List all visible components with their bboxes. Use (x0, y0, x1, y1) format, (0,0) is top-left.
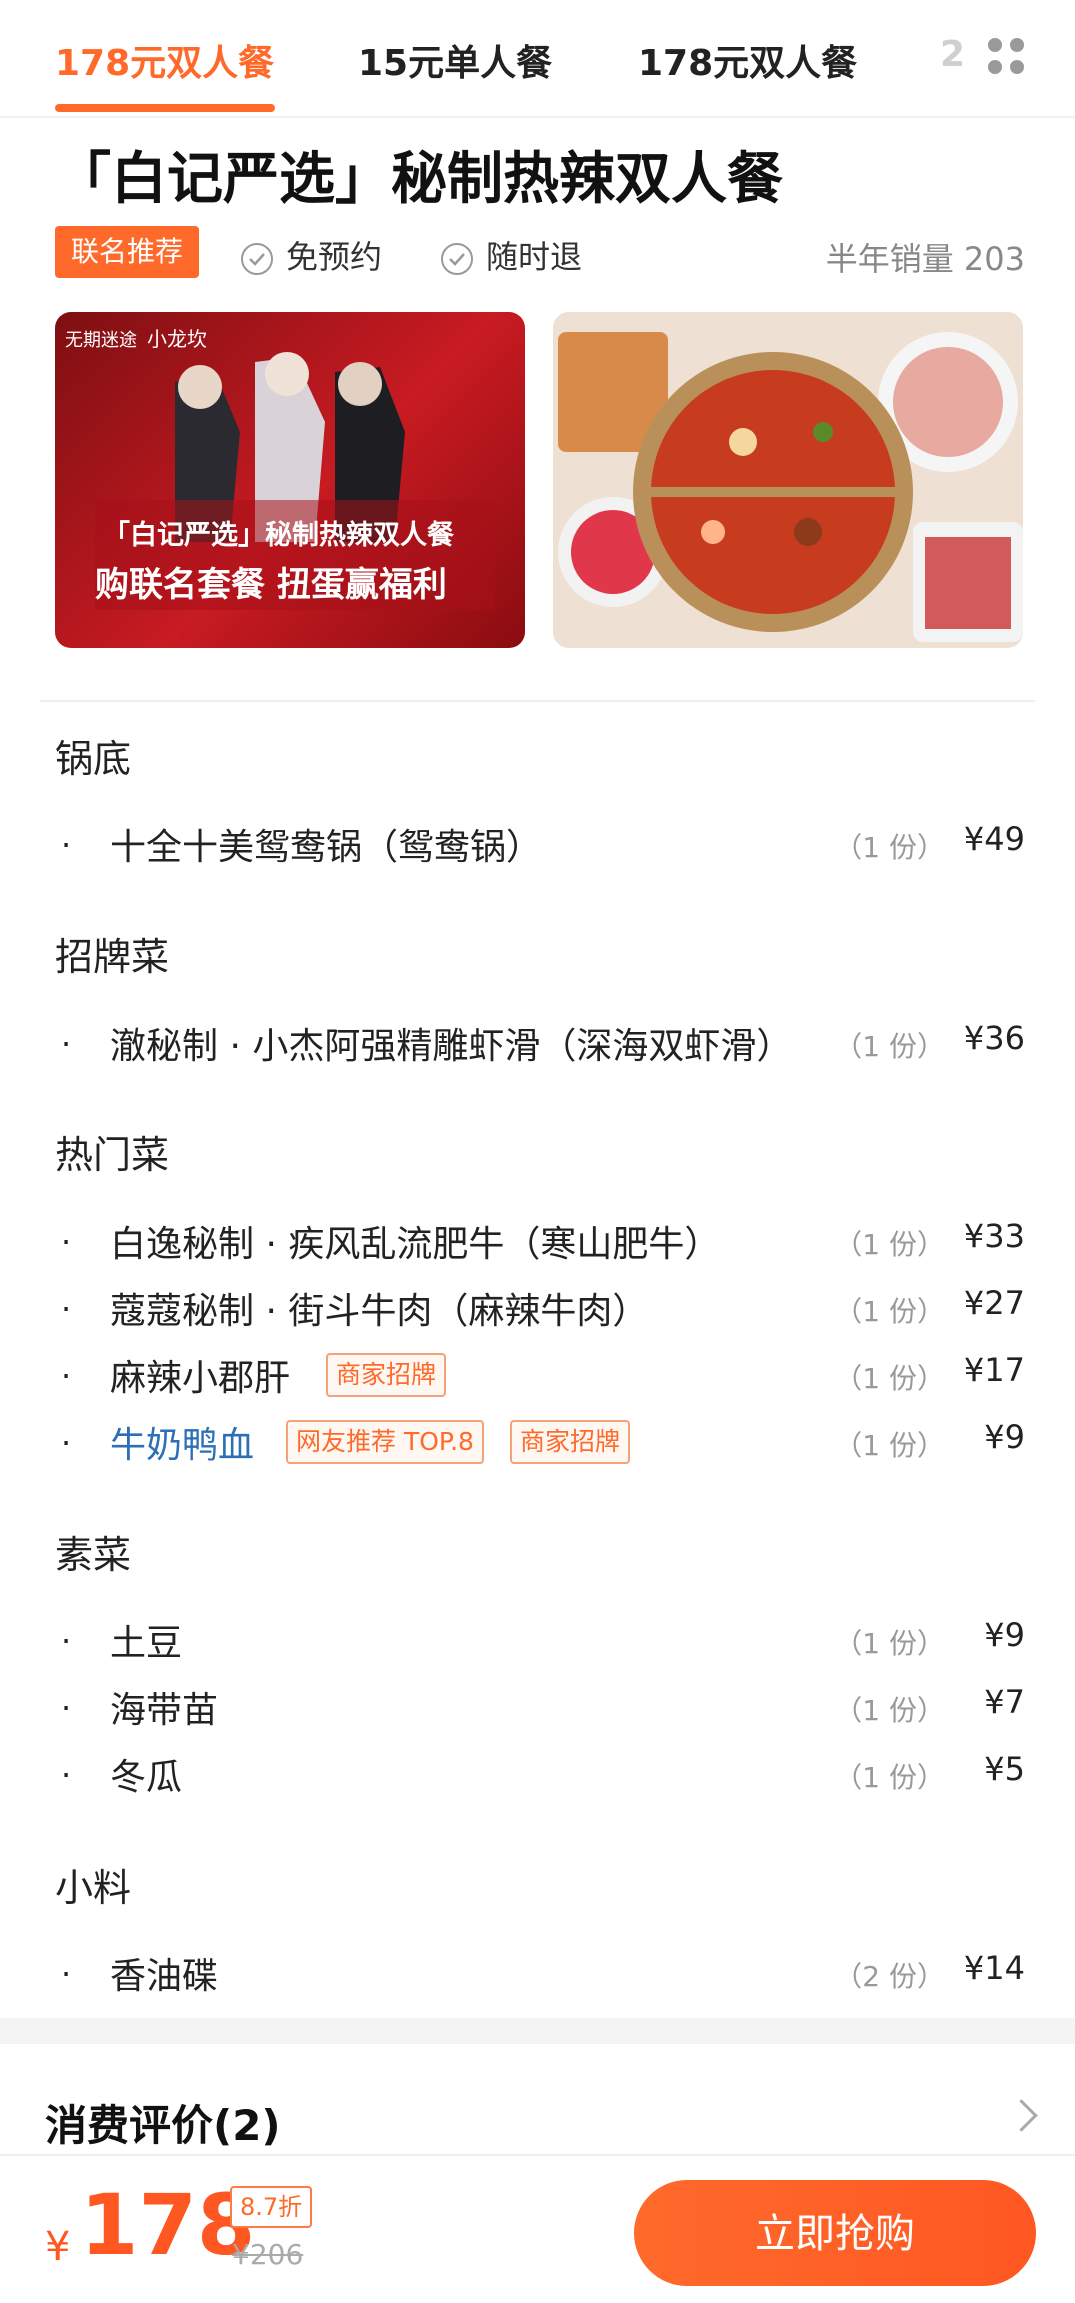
banner-line1: 「白记严选」秘制热辣双人餐 (103, 519, 455, 551)
section-divider (40, 700, 1035, 702)
item-name: 冬瓜 (110, 1757, 183, 1798)
collab-badge: 联名推荐 (55, 226, 200, 278)
bullet: · (61, 1622, 72, 1660)
section-title-pot-base: 锅底 (55, 737, 132, 781)
tab-178-double-1[interactable]: 178元双人餐 (55, 34, 274, 86)
item-price: ¥33 (963, 1217, 1025, 1255)
merchant-signature-tag: 商家招牌 (326, 1353, 447, 1397)
promo-banner-art: 无期迷途 小龙坎 「白记严选」秘制热辣双人餐 购联名套餐 扭蛋赢福利 (65, 327, 495, 610)
check-circle-icon (441, 243, 473, 275)
section-title-condiments: 小料 (55, 1866, 132, 1910)
grid-menu-icon[interactable] (988, 38, 1024, 74)
section-title-vegetables: 素菜 (55, 1533, 132, 1577)
item-qty: （1 份） (834, 1694, 945, 1727)
feature-refund-anytime: 随时退 (440, 232, 582, 278)
list-item[interactable]: · 牛奶鸭血 网友推荐 TOP.8 商家招牌 （1 份） ¥9 (55, 1416, 1025, 1466)
buy-now-button[interactable]: 立即抢购 (634, 2180, 1036, 2286)
bullet: · (61, 1357, 72, 1395)
hotpot-photo[interactable] (553, 312, 1023, 648)
item-price: ¥7 (984, 1683, 1025, 1721)
hotpot-photo-art (553, 312, 1023, 648)
reviews-header[interactable]: 消费评价(2) (45, 2092, 281, 2153)
bullet: · (61, 826, 72, 864)
list-item: · 香油碟 （2 份） ¥14 (55, 1947, 1025, 1997)
purchase-bar: ¥ 178 8.7折 ¥206 立即抢购 (0, 2154, 1075, 2303)
bullet: · (61, 1756, 72, 1794)
feature-no-reservation: 免预约 (240, 232, 382, 278)
sales-count: 半年销量 203 (825, 240, 1025, 278)
item-qty: （1 份） (834, 1761, 945, 1794)
item-price: ¥9 (984, 1418, 1025, 1456)
feature-label: 随时退 (486, 238, 583, 276)
item-price: ¥49 (963, 820, 1025, 858)
item-price: ¥17 (963, 1351, 1025, 1389)
brand-logo: 小龙坎 (147, 327, 207, 351)
item-qty: （1 份） (834, 1228, 945, 1261)
item-name: 麻辣小郡肝 (110, 1358, 291, 1399)
page-title: 「白记严选」秘制热辣双人餐 (55, 147, 783, 212)
game-logo: 无期迷途 (65, 330, 137, 351)
section-title-popular: 热门菜 (55, 1133, 170, 1177)
list-item: · 澈秘制 · 小杰阿强精雕虾滑（深海双虾滑） （1 份） ¥36 (55, 1017, 1025, 1067)
list-item: · 十全十美鸳鸯锅（鸳鸯锅） （1 份） ¥49 (55, 818, 1025, 868)
tab-bar: 178元双人餐 15元单人餐 178元双人餐 2 (0, 0, 1075, 118)
item-name: 白逸秘制 · 疾风乱流肥牛（寒山肥牛） (110, 1224, 721, 1265)
bullet: · (61, 1290, 72, 1328)
active-tab-indicator (55, 104, 275, 112)
item-qty: （1 份） (834, 1362, 945, 1395)
badge-row: 联名推荐 免预约 随时退 半年销量 203 (55, 224, 1025, 280)
bullet: · (61, 1689, 72, 1727)
item-qty: （1 份） (834, 831, 945, 864)
item-name: 蔻蔻秘制 · 街斗牛肉（麻辣牛肉） (110, 1291, 649, 1332)
list-item: · 冬瓜 （1 份） ¥5 (55, 1748, 1025, 1798)
item-price: ¥9 (984, 1616, 1025, 1654)
list-item: · 白逸秘制 · 疾风乱流肥牛（寒山肥牛） （1 份） ¥33 (55, 1215, 1025, 1265)
section-gap (0, 2018, 1075, 2044)
item-name: 海带苗 (110, 1690, 219, 1731)
tab-178-double-2[interactable]: 178元双人餐 (638, 34, 857, 86)
item-price: ¥36 (963, 1019, 1025, 1057)
item-name: 香油碟 (110, 1956, 219, 1997)
item-name: 十全十美鸳鸯锅（鸳鸯锅） (110, 827, 543, 868)
promo-banner-image[interactable]: 无期迷途 小龙坎 「白记严选」秘制热辣双人餐 购联名套餐 扭蛋赢福利 (55, 312, 525, 648)
bullet: · (61, 1424, 72, 1462)
item-qty: （1 份） (834, 1030, 945, 1063)
item-name-link[interactable]: 牛奶鸭血 (110, 1416, 254, 1468)
list-item: · 土豆 （1 份） ¥9 (55, 1614, 1025, 1664)
item-price: ¥27 (963, 1284, 1025, 1322)
currency-symbol: ¥ (45, 2224, 71, 2270)
merchant-signature-tag: 商家招牌 (510, 1420, 631, 1464)
tab-partial[interactable]: 2 (940, 34, 965, 75)
bullet: · (61, 1955, 72, 1993)
banner-line2: 购联名套餐 扭蛋赢福利 (95, 565, 447, 605)
item-price: ¥14 (963, 1949, 1025, 1987)
feature-label: 免预约 (286, 238, 383, 276)
list-item: · 蔻蔻秘制 · 街斗牛肉（麻辣牛肉） （1 份） ¥27 (55, 1282, 1025, 1332)
item-name: 澈秘制 · 小杰阿强精雕虾滑（深海双虾滑） (110, 1026, 793, 1067)
item-name: 土豆 (110, 1623, 183, 1664)
list-item: · 麻辣小郡肝 商家招牌 （1 份） ¥17 (55, 1349, 1025, 1399)
bullet: · (61, 1025, 72, 1063)
item-qty: （1 份） (834, 1295, 945, 1328)
discount-badge: 8.7折 (230, 2186, 313, 2228)
list-item: · 海带苗 （1 份） ¥7 (55, 1681, 1025, 1731)
item-price: ¥5 (984, 1750, 1025, 1788)
item-qty: （2 份） (834, 1960, 945, 1993)
bullet: · (61, 1223, 72, 1261)
section-title-signature: 招牌菜 (55, 935, 170, 979)
item-qty: （1 份） (834, 1627, 945, 1660)
chevron-right-icon[interactable] (1005, 2099, 1038, 2132)
original-price: ¥206 (232, 2238, 304, 2271)
tab-15-single[interactable]: 15元单人餐 (358, 34, 552, 86)
top-recommend-tag: 网友推荐 TOP.8 (286, 1420, 484, 1464)
check-circle-icon (241, 243, 273, 275)
item-qty: （1 份） (834, 1429, 945, 1462)
